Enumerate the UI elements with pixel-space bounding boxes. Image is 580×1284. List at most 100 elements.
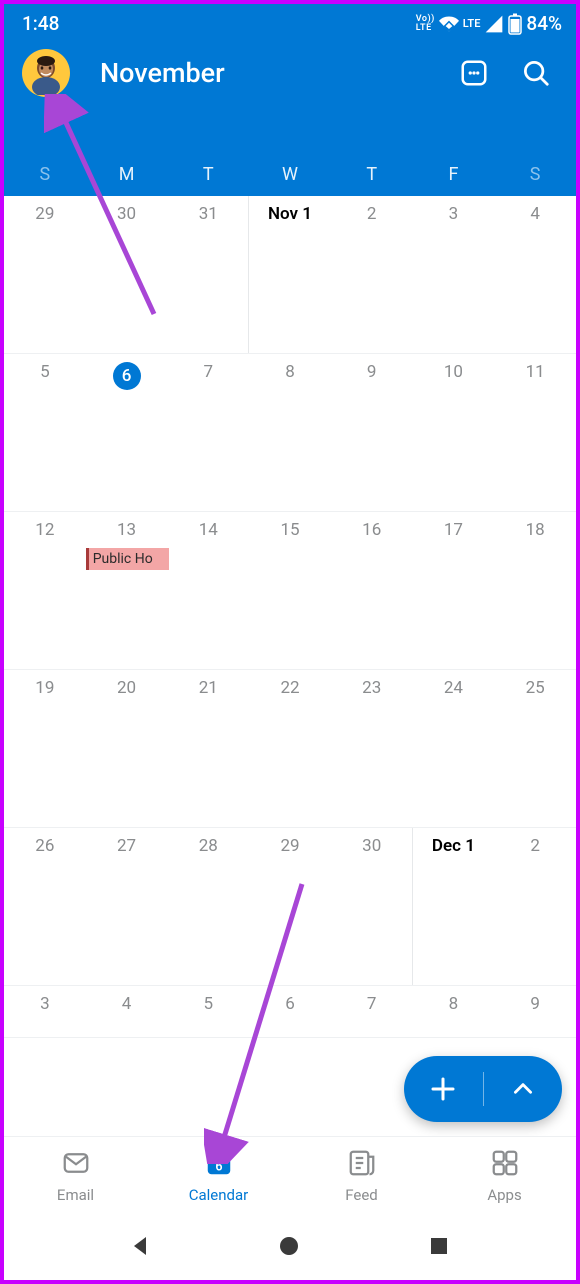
weekday-thu: T — [331, 152, 413, 196]
calendar-cell[interactable]: 3 — [413, 196, 495, 354]
nav-apps[interactable]: Apps — [433, 1137, 576, 1214]
sys-recents-button[interactable] — [427, 1234, 453, 1260]
calendar-cell[interactable]: 10 — [413, 354, 495, 512]
calendar-event[interactable]: Public Ho — [86, 548, 170, 570]
date-label: 20 — [117, 678, 136, 698]
calendar-cell[interactable]: 8 — [249, 354, 331, 512]
calendar-cell[interactable]: 29 — [4, 196, 86, 354]
battery-percent: 84% — [526, 12, 562, 35]
nav-calendar[interactable]: 6 Calendar — [147, 1137, 290, 1214]
calendar-cell[interactable]: 13Public Ho — [86, 512, 168, 670]
weekday-wed: W — [249, 152, 331, 196]
calendar-cell[interactable]: 4 — [86, 986, 168, 1038]
date-label: 10 — [444, 362, 463, 382]
fab-expand-button[interactable] — [484, 1056, 563, 1122]
status-indicators: Vo)) LTE LTE 84% — [416, 12, 562, 35]
date-label: 18 — [526, 520, 545, 540]
date-label: 14 — [199, 520, 218, 540]
calendar-cell[interactable]: 2 — [331, 196, 413, 354]
apps-icon — [490, 1148, 520, 1182]
date-label: 28 — [199, 836, 218, 856]
battery-icon — [508, 13, 522, 35]
calendar-cell[interactable]: 5 — [167, 986, 249, 1038]
calendar-grid[interactable]: 293031Nov 12345678910111213Public Ho1415… — [4, 196, 576, 1038]
view-switch-button[interactable] — [454, 53, 494, 93]
date-label: 31 — [199, 204, 218, 224]
sys-home-button[interactable] — [277, 1234, 303, 1260]
date-label: 2 — [367, 204, 377, 224]
calendar-cell[interactable]: 6 — [249, 986, 331, 1038]
date-label: 17 — [444, 520, 463, 540]
calendar-cell[interactable]: 2 — [494, 828, 576, 986]
wifi-icon — [439, 14, 459, 34]
calendar-cell[interactable]: 30 — [331, 828, 413, 986]
calendar-cell[interactable]: 5 — [4, 354, 86, 512]
nav-feed[interactable]: Feed — [290, 1137, 433, 1214]
bottom-nav: Email 6 Calendar Feed Apps — [4, 1136, 576, 1214]
date-label: 7 — [204, 362, 214, 382]
new-event-button[interactable] — [404, 1056, 483, 1122]
date-label: 12 — [35, 520, 54, 540]
calendar-cell[interactable]: 15 — [249, 512, 331, 670]
date-label: 4 — [122, 994, 132, 1014]
weekday-header: S M T W T F S — [4, 152, 576, 196]
calendar-cell[interactable]: 4 — [494, 196, 576, 354]
toolbar: November — [4, 39, 576, 105]
calendar-cell[interactable]: 14 — [167, 512, 249, 670]
date-label: 16 — [362, 520, 381, 540]
calendar-cell[interactable]: 30 — [86, 196, 168, 354]
weekday-fri: F — [413, 152, 495, 196]
sys-back-button[interactable] — [128, 1234, 154, 1260]
calendar-cell[interactable]: 8 — [413, 986, 495, 1038]
calendar-cell[interactable]: 26 — [4, 828, 86, 986]
calendar-cell[interactable]: 24 — [413, 670, 495, 828]
calendar-cell[interactable]: 19 — [4, 670, 86, 828]
calendar-cell[interactable]: 9 — [331, 354, 413, 512]
calendar-cell[interactable]: 21 — [167, 670, 249, 828]
calendar-cell[interactable]: 16 — [331, 512, 413, 670]
date-label: Nov 1 — [268, 204, 312, 224]
avatar[interactable] — [22, 49, 70, 97]
date-label: 3 — [40, 994, 50, 1014]
calendar-cell[interactable]: 6 — [86, 354, 168, 512]
calendar-cell[interactable]: 3 — [4, 986, 86, 1038]
weekday-sat: S — [494, 152, 576, 196]
calendar-cell[interactable]: 28 — [167, 828, 249, 986]
date-label: 30 — [362, 836, 381, 856]
date-label: 24 — [444, 678, 463, 698]
calendar-cell[interactable]: 31 — [167, 196, 249, 354]
date-label: 30 — [117, 204, 136, 224]
fab-container — [404, 1056, 562, 1122]
system-nav — [4, 1214, 576, 1280]
lte-icon: LTE — [463, 17, 481, 30]
search-button[interactable] — [516, 53, 556, 93]
calendar-cell[interactable]: 25 — [494, 670, 576, 828]
month-title[interactable]: November — [100, 57, 454, 89]
weekday-sun: S — [4, 152, 86, 196]
date-label: 29 — [35, 204, 54, 224]
calendar-cell[interactable]: Nov 1 — [249, 196, 331, 354]
calendar-cell[interactable]: Dec 1 — [413, 828, 495, 986]
date-label: 2 — [530, 836, 540, 856]
date-label: 27 — [117, 836, 136, 856]
date-label: 5 — [204, 994, 214, 1014]
calendar-cell[interactable]: 7 — [167, 354, 249, 512]
calendar-cell[interactable]: 27 — [86, 828, 168, 986]
calendar-cell[interactable]: 29 — [249, 828, 331, 986]
calendar-cell[interactable]: 9 — [494, 986, 576, 1038]
date-label: 6 — [113, 362, 141, 390]
date-label: 4 — [530, 204, 540, 224]
volte-icon: Vo)) LTE — [416, 15, 435, 33]
nav-email[interactable]: Email — [4, 1137, 147, 1214]
calendar-cell[interactable]: 12 — [4, 512, 86, 670]
calendar-cell[interactable]: 23 — [331, 670, 413, 828]
calendar-cell[interactable]: 20 — [86, 670, 168, 828]
calendar-cell[interactable]: 18 — [494, 512, 576, 670]
calendar-cell[interactable]: 17 — [413, 512, 495, 670]
calendar-cell[interactable]: 11 — [494, 354, 576, 512]
nav-email-label: Email — [57, 1186, 94, 1204]
date-label: 11 — [526, 362, 545, 382]
calendar-cell[interactable]: 22 — [249, 670, 331, 828]
calendar-cell[interactable]: 7 — [331, 986, 413, 1038]
svg-text:6: 6 — [215, 1159, 222, 1174]
